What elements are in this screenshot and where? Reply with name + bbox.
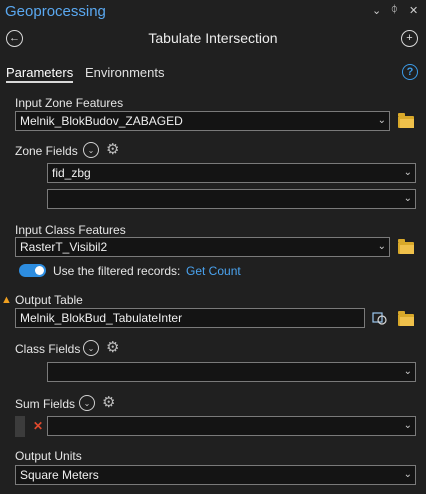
chevron-down-icon: ⌄ — [403, 366, 412, 377]
tool-title: Tabulate Intersection — [148, 30, 278, 46]
class-fields-label: Class Fields — [15, 342, 81, 356]
class-fields-expand-icon[interactable]: ⌄ — [83, 340, 99, 356]
plus-icon: + — [406, 32, 413, 44]
folder-icon[interactable] — [398, 113, 414, 128]
zone-fields-label: Zone Fields — [15, 144, 78, 158]
sum-fields-label: Sum Fields — [15, 397, 76, 411]
input-class-label: Input Class Features — [15, 223, 126, 237]
zone-field-select-1[interactable]: fid_zbg ⌄ — [47, 163, 416, 183]
class-field-select[interactable]: ⌄ — [47, 362, 416, 382]
remove-row-icon[interactable]: ✕ — [33, 419, 43, 433]
help-icon[interactable]: ? — [402, 64, 418, 80]
output-units-label: Output Units — [15, 449, 82, 463]
input-class-value: RasterT_Visibil2 — [20, 240, 108, 254]
output-table-input[interactable]: Melnik_BlokBud_TabulateInter — [15, 308, 365, 328]
chevron-down-icon: ⌄ — [377, 241, 386, 252]
pane-options-icon[interactable]: ⌄ — [372, 4, 381, 17]
folder-icon[interactable] — [398, 311, 414, 326]
chevron-down-icon: ⌄ — [403, 193, 412, 204]
sum-fields-expand-icon[interactable]: ⌄ — [79, 395, 95, 411]
input-zone-dropdown[interactable]: Melnik_BlokBudov_ZABAGED ⌄ — [15, 111, 390, 131]
input-zone-value: Melnik_BlokBudov_ZABAGED — [20, 114, 183, 128]
input-zone-label: Input Zone Features — [15, 96, 124, 110]
warning-icon: ▲ — [1, 294, 12, 306]
tab-environments[interactable]: Environments — [85, 65, 164, 80]
get-count-link[interactable]: Get Count — [186, 264, 241, 278]
gear-icon[interactable]: ⚙ — [106, 340, 119, 355]
output-table-value: Melnik_BlokBud_TabulateInter — [20, 311, 183, 325]
filtered-records-toggle[interactable] — [19, 264, 46, 277]
pin-icon[interactable]: ᛰ — [391, 4, 398, 16]
output-units-value: Square Meters — [20, 468, 99, 482]
filtered-records-label: Use the filtered records: — [53, 264, 181, 278]
chevron-down-icon: ⌄ — [377, 115, 386, 126]
chevron-down-icon: ⌄ — [403, 469, 412, 480]
chevron-down-icon: ⌄ — [403, 420, 412, 431]
zone-fields-expand-icon[interactable]: ⌄ — [83, 142, 99, 158]
add-button[interactable]: + — [401, 30, 418, 47]
row-drag-handle[interactable] — [15, 416, 25, 437]
zone-field-value-1: fid_zbg — [52, 166, 91, 180]
validate-table-icon[interactable] — [372, 310, 388, 326]
sum-field-select[interactable]: ⌄ — [47, 416, 416, 436]
chevron-down-icon: ⌄ — [403, 167, 412, 178]
gear-icon[interactable]: ⚙ — [106, 142, 119, 157]
close-icon[interactable]: ✕ — [409, 4, 418, 17]
input-class-dropdown[interactable]: RasterT_Visibil2 ⌄ — [15, 237, 390, 257]
gear-icon[interactable]: ⚙ — [102, 395, 115, 410]
folder-icon[interactable] — [398, 239, 414, 254]
output-table-label: Output Table — [15, 293, 83, 307]
pane-title: Geoprocessing — [5, 3, 106, 20]
tab-parameters[interactable]: Parameters — [6, 65, 74, 83]
output-units-dropdown[interactable]: Square Meters ⌄ — [15, 465, 416, 485]
zone-field-select-2[interactable]: ⌄ — [47, 189, 416, 209]
